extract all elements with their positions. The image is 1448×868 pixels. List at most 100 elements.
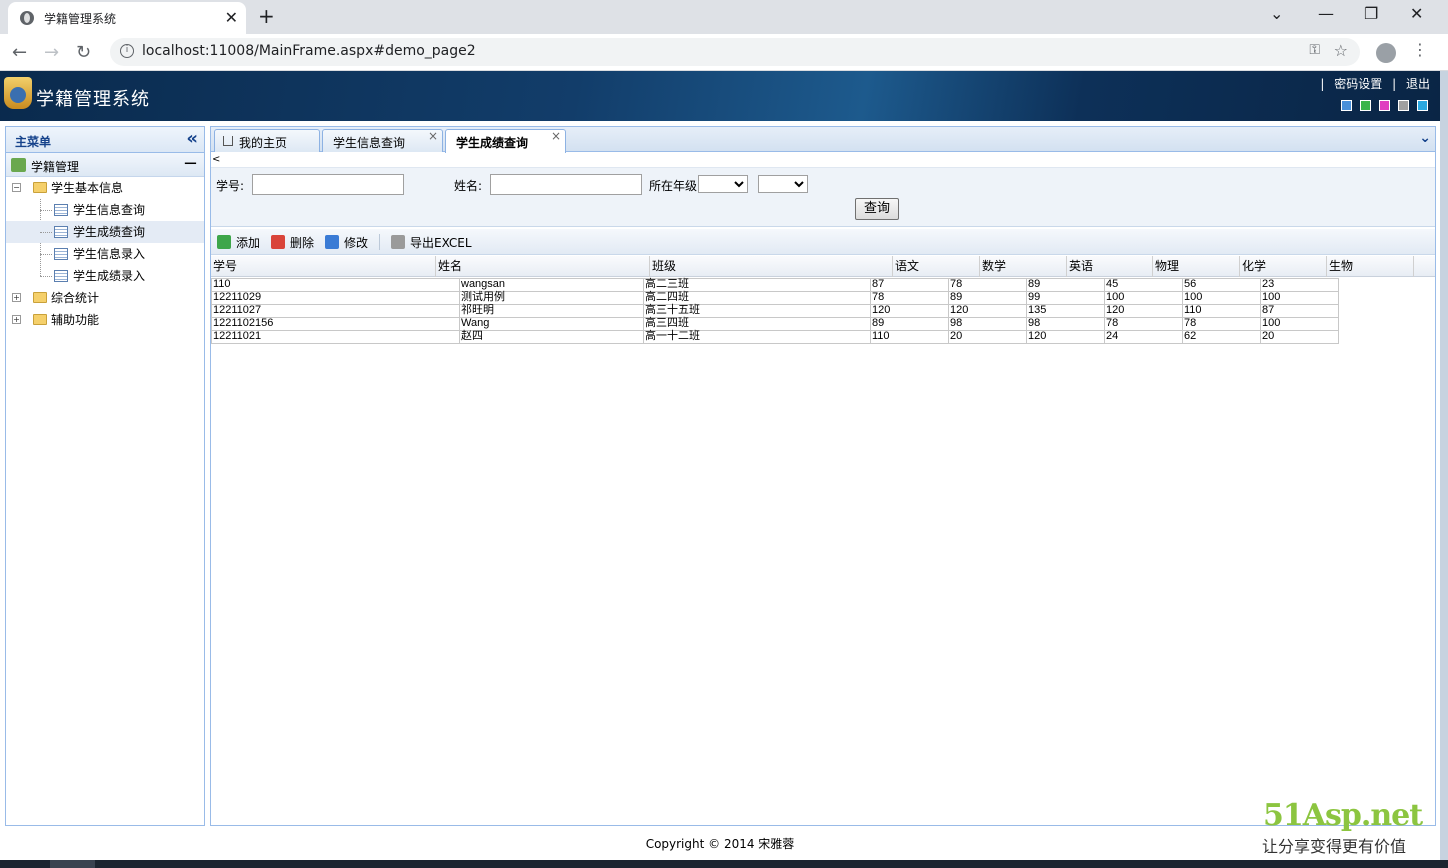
page-icon <box>54 226 68 238</box>
query-button[interactable]: 查询 <box>855 198 899 220</box>
table-cell: 高三四班 <box>643 317 871 331</box>
tab-menu-chevron-icon[interactable]: ⌄ <box>1419 130 1431 146</box>
table-cell: 100 <box>1182 291 1261 305</box>
name-input[interactable] <box>490 174 642 195</box>
collapse-sidebar-icon[interactable]: « <box>186 128 198 149</box>
column-header-class[interactable]: 班级 <box>650 256 893 277</box>
grade-select[interactable] <box>698 175 748 193</box>
back-icon[interactable]: ← <box>12 42 27 63</box>
table-cell: 78 <box>870 291 949 305</box>
column-header-name[interactable]: 姓名 <box>436 256 650 277</box>
table-cell: 100 <box>1260 317 1339 331</box>
table-cell: 赵四 <box>459 330 644 344</box>
column-header-student-id[interactable]: 学号 <box>211 256 436 277</box>
theme-swatch-cyan[interactable] <box>1417 100 1428 111</box>
tab-label: 学生信息查询 <box>333 136 406 150</box>
tab-home[interactable]: 我的主页 <box>214 129 320 152</box>
browser-tab-title: 学籍管理系统 <box>44 12 117 26</box>
folder-icon <box>33 314 47 325</box>
theme-swatch-pink[interactable] <box>1379 100 1390 111</box>
tree-node-aux[interactable]: + 辅助功能 <box>6 309 204 331</box>
forward-icon[interactable]: → <box>44 42 59 63</box>
tree-node-label: 学生成绩录入 <box>73 269 146 283</box>
collapse-section-icon[interactable]: − <box>183 153 198 174</box>
info-icon[interactable]: i <box>120 44 134 58</box>
tree-node-label: 学生基本信息 <box>51 181 124 195</box>
tree-node-basic-info[interactable]: − 学生基本信息 <box>6 177 204 199</box>
close-tab-icon[interactable]: ✕ <box>225 8 238 27</box>
table-cell: 98 <box>948 317 1027 331</box>
url-text[interactable]: localhost:11008/MainFrame.aspx#demo_page… <box>142 43 476 59</box>
logout-link[interactable]: 退出 <box>1406 77 1430 91</box>
sidebar-item-score-entry[interactable]: 学生成绩录入 <box>6 265 204 287</box>
close-window-button[interactable]: ✕ <box>1410 4 1423 23</box>
sidebar-item-score-query[interactable]: 学生成绩查询 <box>6 221 204 243</box>
star-icon[interactable]: ☆ <box>1334 41 1348 60</box>
browser-tab[interactable]: 学籍管理系统 ✕ <box>8 2 246 34</box>
delete-icon <box>271 235 285 249</box>
accordion-student-management[interactable]: 学籍管理 − <box>6 153 204 177</box>
restore-button[interactable]: ❐ <box>1364 4 1378 23</box>
folder-arrow-icon <box>11 158 26 172</box>
toolbar-separator <box>379 234 380 250</box>
toolbar: 添加 删除 修改 导出EXCEL <box>211 229 1435 255</box>
table-row[interactable]: 12211027 祁旺明 高三十五班 120 120 135 120 110 87 <box>211 304 1339 318</box>
tab-search-icon[interactable]: ⌄ <box>1270 4 1283 23</box>
tab-bar: 我的主页 学生信息查询 × 学生成绩查询 × ⌄ <box>211 127 1435 153</box>
tab-label: 学生成绩查询 <box>456 136 529 150</box>
table-row[interactable]: 12211029 测试用例 高二四班 78 89 99 100 100 100 <box>211 291 1339 305</box>
table-row[interactable]: 12211021 赵四 高一十二班 110 20 120 24 62 20 <box>211 330 1339 344</box>
column-header-chinese[interactable]: 语文 <box>893 256 980 277</box>
column-header-physics[interactable]: 物理 <box>1153 256 1240 277</box>
table-cell: 120 <box>870 304 949 318</box>
table-cell: 24 <box>1104 330 1183 344</box>
table-cell: 110 <box>870 330 949 344</box>
table-cell: 110 <box>1182 304 1261 318</box>
column-header-math[interactable]: 数学 <box>980 256 1067 277</box>
link-separator: | <box>1320 77 1325 91</box>
table-cell: 89 <box>870 317 949 331</box>
student-id-input[interactable] <box>252 174 404 195</box>
main-panel: 我的主页 学生信息查询 × 学生成绩查询 × ⌄ < 学号: 姓名: 所在年级 … <box>210 126 1436 826</box>
minimize-button[interactable]: — <box>1318 4 1334 23</box>
tab-student-info-query[interactable]: 学生信息查询 × <box>322 129 443 152</box>
table-row[interactable]: 110 wangsan 高二三班 87 78 89 45 56 23 <box>211 278 1339 292</box>
table-cell: 56 <box>1182 278 1261 292</box>
close-tab-icon[interactable]: × <box>551 129 561 143</box>
table-cell: 120 <box>948 304 1027 318</box>
export-label: 导出EXCEL <box>410 236 472 250</box>
omnibox[interactable]: i localhost:11008/MainFrame.aspx#demo_pa… <box>110 38 1360 66</box>
expand-node-icon[interactable]: + <box>12 293 21 302</box>
column-header-english[interactable]: 英语 <box>1067 256 1153 277</box>
taskbar-item[interactable] <box>50 860 95 868</box>
password-settings-link[interactable]: 密码设置 <box>1334 77 1382 91</box>
reload-icon[interactable]: ↻ <box>76 42 91 63</box>
class-select[interactable] <box>758 175 808 193</box>
tab-score-query[interactable]: 学生成绩查询 × <box>445 129 566 153</box>
sidebar-item-student-info-query[interactable]: 学生信息查询 <box>6 199 204 221</box>
sidebar-item-student-info-entry[interactable]: 学生信息录入 <box>6 243 204 265</box>
column-header-chemistry[interactable]: 化学 <box>1240 256 1327 277</box>
menu-dots-icon[interactable]: ⋮ <box>1412 40 1428 59</box>
close-tab-icon[interactable]: × <box>428 129 438 143</box>
key-icon[interactable]: ⚿ <box>1309 42 1320 58</box>
delete-label: 删除 <box>290 236 315 250</box>
header-links: | 密码设置 | 退出 <box>1314 75 1430 92</box>
collapse-node-icon[interactable]: − <box>12 183 21 192</box>
profile-icon[interactable] <box>1376 43 1396 63</box>
theme-swatch-blue[interactable] <box>1341 100 1352 111</box>
tree-node-stats[interactable]: + 综合统计 <box>6 287 204 309</box>
table-cell: 12211021 <box>211 330 460 344</box>
table-cell: 20 <box>948 330 1027 344</box>
home-icon <box>223 136 233 146</box>
theme-swatch-green[interactable] <box>1360 100 1371 111</box>
tree-connector <box>40 254 52 255</box>
theme-swatch-gray[interactable] <box>1398 100 1409 111</box>
add-icon <box>217 235 231 249</box>
tree-connector <box>40 276 52 277</box>
table-row[interactable]: 1221102156 Wang 高三四班 89 98 98 78 78 100 <box>211 317 1339 331</box>
address-bar-row: ← → ↻ i localhost:11008/MainFrame.aspx#d… <box>0 34 1448 71</box>
column-header-biology[interactable]: 生物 <box>1327 256 1414 277</box>
new-tab-button[interactable]: + <box>258 4 275 28</box>
expand-node-icon[interactable]: + <box>12 315 21 324</box>
